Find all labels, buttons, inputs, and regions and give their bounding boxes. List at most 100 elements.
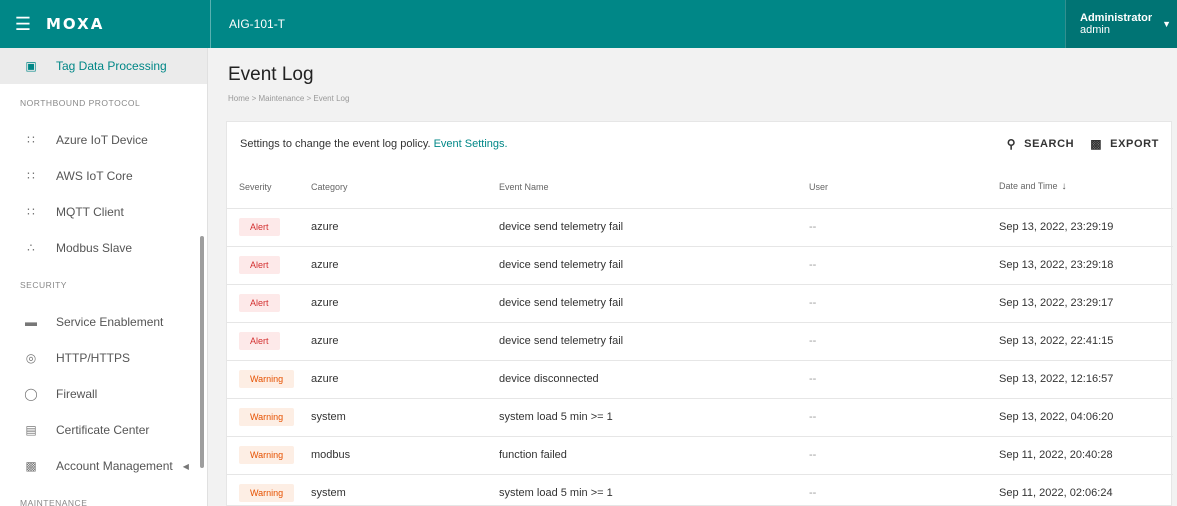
sidebar-item-service-enablement[interactable]: ▬ Service Enablement — [0, 304, 207, 340]
account-icon: ▩ — [25, 459, 37, 473]
datetime-cell: Sep 13, 2022, 22:41:15 — [987, 322, 1173, 361]
search-label: SEARCH — [1024, 138, 1075, 150]
datetime-cell: Sep 11, 2022, 20:40:28 — [987, 436, 1173, 475]
export-icon: ▩ — [1090, 137, 1103, 151]
event-name-cell: device disconnected — [487, 360, 797, 399]
sidebar-item-aws-iot-core[interactable]: ∷ AWS IoT Core — [0, 158, 207, 194]
breadcrumb: Home > Maintenance > Event Log — [228, 94, 350, 103]
table-header-row: Severity Category Event Name User Date a… — [227, 166, 1173, 209]
event-log-card: Settings to change the event log policy.… — [226, 121, 1173, 506]
table-row[interactable]: Warning azure device disconnected -- Sep… — [227, 360, 1173, 399]
grid-icon: ∷ — [27, 133, 35, 147]
user-menu[interactable]: Administrator admin ▼ — [1065, 0, 1177, 48]
user-cell: -- — [797, 360, 987, 399]
top-bar: ☰ MOXA AIG-101-T Administrator admin ▼ — [0, 0, 1177, 48]
export-button[interactable]: ▩ EXPORT — [1090, 137, 1159, 151]
sidebar-item-tag-data-processing[interactable]: ▣ Tag Data Processing — [0, 48, 207, 84]
sidebar-item-label: Modbus Slave — [56, 241, 133, 255]
severity-cell: Alert — [227, 246, 299, 285]
table-row[interactable]: Alert azure device send telemetry fail -… — [227, 322, 1173, 361]
sliders-icon: ∴ — [27, 241, 35, 255]
datetime-cell: Sep 13, 2022, 23:29:19 — [987, 208, 1173, 247]
datetime-cell: Sep 13, 2022, 12:16:57 — [987, 360, 1173, 399]
category-cell: system — [299, 398, 487, 437]
table-row[interactable]: Warning system system load 5 min >= 1 --… — [227, 474, 1173, 506]
category-cell: azure — [299, 360, 487, 399]
sidebar-item-label: MQTT Client — [56, 205, 124, 219]
tag-icon: ▣ — [25, 59, 37, 73]
user-info: Administrator admin — [1080, 12, 1152, 36]
user-role: Administrator — [1080, 12, 1153, 24]
column-header-category[interactable]: Category — [299, 166, 487, 209]
sidebar: ▣ Tag Data Processing NORTHBOUND PROTOCO… — [0, 48, 208, 506]
certificate-icon: ▤ — [25, 423, 37, 437]
grid-icon: ∷ — [27, 205, 35, 219]
sidebar-item-label: Azure IoT Device — [56, 133, 148, 147]
sidebar-item-certificate-center[interactable]: ▤ Certificate Center — [0, 412, 207, 448]
status-badge: Alert — [239, 294, 280, 312]
table-row[interactable]: Alert azure device send telemetry fail -… — [227, 246, 1173, 285]
sidebar-section-security: SECURITY — [20, 280, 67, 290]
user-cell: -- — [797, 398, 987, 437]
export-label: EXPORT — [1110, 138, 1159, 150]
event-name-cell: device send telemetry fail — [487, 208, 797, 247]
severity-cell: Alert — [227, 208, 299, 247]
category-cell: azure — [299, 208, 487, 247]
table-row[interactable]: Warning system system load 5 min >= 1 --… — [227, 398, 1173, 437]
column-header-event-name[interactable]: Event Name — [487, 166, 797, 209]
datetime-cell: Sep 13, 2022, 23:29:17 — [987, 284, 1173, 323]
globe-icon: ◎ — [25, 351, 37, 365]
status-badge: Alert — [239, 218, 280, 236]
sidebar-item-account-management[interactable]: ▩ Account Management ◀ — [0, 448, 207, 484]
sidebar-item-label: Service Enablement — [56, 315, 164, 329]
device-name: AIG-101-T — [229, 17, 286, 31]
column-header-date-time[interactable]: Date and Time ↓ — [987, 166, 1173, 209]
sidebar-item-azure-iot-device[interactable]: ∷ Azure IoT Device — [0, 122, 207, 158]
user-name: admin — [1080, 24, 1110, 36]
status-badge: Alert — [239, 256, 280, 274]
moxa-logo: MOXA — [46, 15, 105, 33]
column-header-severity[interactable]: Severity — [227, 166, 299, 209]
shield-icon: ◯ — [24, 387, 38, 401]
datetime-cell: Sep 13, 2022, 04:06:20 — [987, 398, 1173, 437]
toggle-icon: ▬ — [25, 315, 37, 329]
severity-cell: Warning — [227, 474, 299, 506]
severity-cell: Alert — [227, 322, 299, 361]
user-cell: -- — [797, 436, 987, 475]
sidebar-item-label: AWS IoT Core — [56, 169, 133, 183]
page-title: Event Log — [228, 64, 314, 85]
sidebar-item-label: HTTP/HTTPS — [56, 351, 130, 365]
card-toolbar: Settings to change the event log policy.… — [227, 122, 1171, 166]
user-cell: -- — [797, 322, 987, 361]
table-row[interactable]: Alert azure device send telemetry fail -… — [227, 208, 1173, 247]
sidebar-item-label: Firewall — [56, 387, 98, 401]
column-header-date-time-label: Date and Time — [999, 181, 1058, 192]
sidebar-scrollbar[interactable] — [200, 236, 204, 468]
table-row[interactable]: Warning modbus function failed -- Sep 11… — [227, 436, 1173, 475]
status-badge: Warning — [239, 408, 295, 426]
event-name-cell: device send telemetry fail — [487, 246, 797, 285]
sidebar-item-firewall[interactable]: ◯ Firewall — [0, 376, 207, 412]
datetime-cell: Sep 13, 2022, 23:29:18 — [987, 246, 1173, 285]
sort-down-icon[interactable]: ↓ — [1062, 181, 1067, 192]
table-row[interactable]: Alert azure device send telemetry fail -… — [227, 284, 1173, 323]
category-cell: modbus — [299, 436, 487, 475]
sidebar-item-modbus-slave[interactable]: ∴ Modbus Slave — [0, 230, 207, 266]
category-cell: azure — [299, 284, 487, 323]
event-settings-link[interactable]: Event Settings. — [434, 138, 508, 150]
user-cell: -- — [797, 208, 987, 247]
hamburger-icon[interactable]: ☰ — [0, 0, 46, 48]
datetime-cell: Sep 11, 2022, 02:06:24 — [987, 474, 1173, 506]
sidebar-item-label: Account Management — [56, 459, 173, 473]
column-header-user[interactable]: User — [797, 166, 987, 209]
status-badge: Warning — [239, 446, 295, 464]
caret-down-icon: ▼ — [1162, 19, 1172, 29]
search-button[interactable]: ⚲ SEARCH — [1007, 137, 1074, 151]
sidebar-section-maintenance: MAINTENANCE — [20, 498, 88, 506]
severity-cell: Warning — [227, 360, 299, 399]
severity-cell: Warning — [227, 436, 299, 475]
sidebar-item-http-https[interactable]: ◎ HTTP/HTTPS — [0, 340, 207, 376]
event-name-cell: device send telemetry fail — [487, 284, 797, 323]
sidebar-item-mqtt-client[interactable]: ∷ MQTT Client — [0, 194, 207, 230]
user-cell: -- — [797, 474, 987, 506]
